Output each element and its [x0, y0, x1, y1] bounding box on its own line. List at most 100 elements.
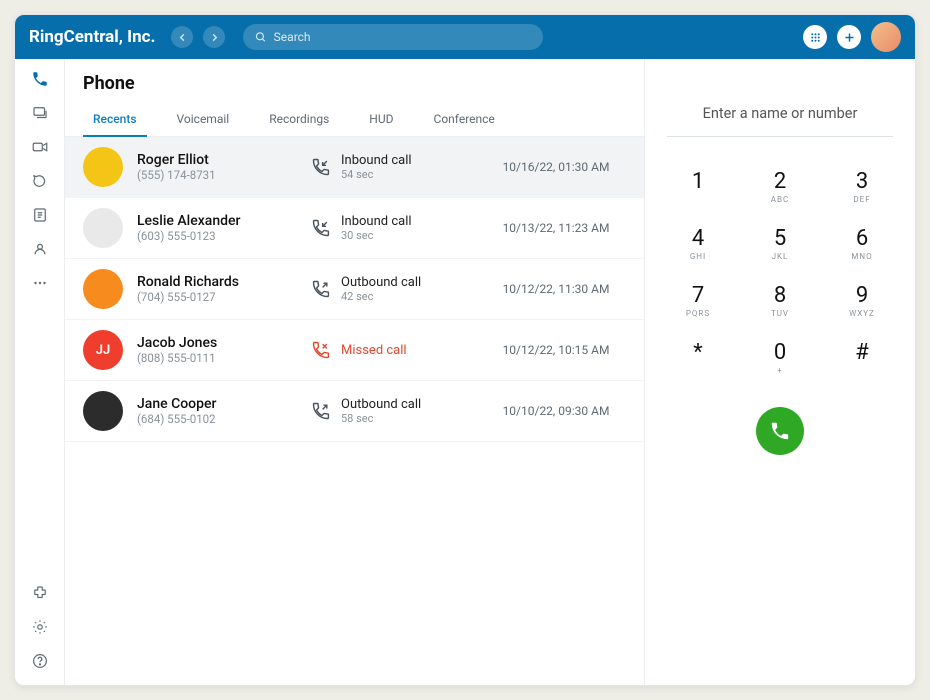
- nav-more[interactable]: [30, 273, 50, 293]
- contact-name: Ronald Richards: [137, 274, 297, 290]
- call-row[interactable]: Leslie Alexander(603) 555-0123 Inbound ca…: [65, 198, 644, 259]
- call-type: Inbound call: [341, 214, 412, 229]
- more-icon: [31, 274, 49, 292]
- nav-settings[interactable]: [30, 617, 50, 637]
- contact-name: Jane Cooper: [137, 396, 297, 412]
- key-number: 4: [667, 226, 729, 251]
- top-bar: RingCentral, Inc.: [15, 15, 915, 59]
- key-letters: [667, 195, 729, 204]
- new-button[interactable]: [837, 25, 861, 49]
- nav-video[interactable]: [30, 137, 50, 157]
- contact-avatar: [83, 269, 123, 309]
- nav-apps[interactable]: [30, 583, 50, 603]
- dialpad-button[interactable]: [803, 25, 827, 49]
- key-letters: +: [749, 366, 811, 375]
- nav-contacts[interactable]: [30, 239, 50, 259]
- call-type: Inbound call: [341, 153, 412, 168]
- tabs: RecentsVoicemailRecordingsHUDConference: [65, 104, 644, 137]
- call-info: Outbound call42 sec: [311, 275, 472, 303]
- call-type: Missed call: [341, 343, 407, 358]
- contact-phone: (808) 555-0111: [137, 351, 297, 365]
- key-7[interactable]: 7PQRS: [667, 277, 729, 324]
- call-row[interactable]: Ronald Richards(704) 555-0127 Outbound ca…: [65, 259, 644, 320]
- key-3[interactable]: 3DEF: [831, 163, 893, 210]
- help-icon: [31, 652, 49, 670]
- video-icon: [31, 138, 49, 156]
- contact-name: Leslie Alexander: [137, 213, 297, 229]
- key-letters: TUV: [749, 309, 811, 318]
- contact-phone: (704) 555-0127: [137, 290, 297, 304]
- call-row[interactable]: Roger Elliot(555) 174-8731 Inbound call54…: [65, 137, 644, 198]
- keypad: 12ABC3DEF4GHI5JKL6MNO7PQRS8TUV9WXYZ*0+#: [667, 163, 893, 381]
- call-duration: 54 sec: [341, 168, 412, 181]
- key-2[interactable]: 2ABC: [749, 163, 811, 210]
- key-*[interactable]: *: [667, 334, 729, 381]
- search-icon: [255, 31, 266, 43]
- key-9[interactable]: 9WXYZ: [831, 277, 893, 324]
- notes-icon: [31, 206, 49, 224]
- key-letters: ABC: [749, 195, 811, 204]
- key-5[interactable]: 5JKL: [749, 220, 811, 267]
- key-number: 7: [667, 283, 729, 308]
- tab-recents[interactable]: Recents: [73, 104, 157, 136]
- contact-phone: (555) 174-8731: [137, 168, 297, 182]
- key-letters: [831, 366, 893, 375]
- nav-notes[interactable]: [30, 205, 50, 225]
- key-letters: DEF: [831, 195, 893, 204]
- dialpad-icon: [809, 31, 822, 44]
- nav-chat[interactable]: [30, 171, 50, 191]
- key-4[interactable]: 4GHI: [667, 220, 729, 267]
- tab-conference[interactable]: Conference: [414, 104, 515, 136]
- key-1[interactable]: 1: [667, 163, 729, 210]
- key-number: *: [667, 340, 729, 365]
- chat-icon: [31, 172, 49, 190]
- nav-help[interactable]: [30, 651, 50, 671]
- nav-rail: [15, 59, 65, 685]
- call-button[interactable]: [756, 407, 804, 455]
- body: Phone RecentsVoicemailRecordingsHUDConfe…: [15, 59, 915, 685]
- call-info: Inbound call54 sec: [311, 153, 472, 181]
- dial-input[interactable]: [667, 87, 893, 137]
- call-direction-icon: [311, 218, 331, 238]
- tab-voicemail[interactable]: Voicemail: [157, 104, 250, 136]
- contact-avatar: [83, 391, 123, 431]
- tab-hud[interactable]: HUD: [349, 104, 413, 136]
- nav-messages[interactable]: [30, 103, 50, 123]
- person-icon: [31, 240, 49, 258]
- user-avatar[interactable]: [871, 22, 901, 52]
- key-letters: WXYZ: [831, 309, 893, 318]
- search-input[interactable]: [274, 30, 532, 44]
- key-number: 6: [831, 226, 893, 251]
- call-row[interactable]: Jane Cooper(684) 555-0102Outbound call58…: [65, 381, 644, 442]
- call-direction-icon: [311, 279, 331, 299]
- call-row[interactable]: JJJacob Jones(808) 555-0111Missed call10…: [65, 320, 644, 381]
- nav-back-button[interactable]: [171, 26, 193, 48]
- contact-info: Roger Elliot(555) 174-8731: [137, 152, 297, 182]
- call-time: 10/10/22, 09:30 AM: [486, 404, 626, 418]
- call-duration: 30 sec: [341, 229, 412, 242]
- key-0[interactable]: 0+: [749, 334, 811, 381]
- key-#[interactable]: #: [831, 334, 893, 381]
- call-direction-icon: [311, 401, 331, 421]
- brand-title: RingCentral, Inc.: [29, 27, 155, 47]
- contact-avatar: [83, 147, 123, 187]
- nav-forward-button[interactable]: [203, 26, 225, 48]
- call-time: 10/12/22, 11:30 AM: [486, 282, 626, 296]
- key-letters: [667, 366, 729, 375]
- tab-recordings[interactable]: Recordings: [249, 104, 349, 136]
- puzzle-icon: [31, 584, 49, 602]
- search-field[interactable]: [243, 24, 543, 50]
- key-number: 2: [749, 169, 811, 194]
- contact-info: Leslie Alexander(603) 555-0123: [137, 213, 297, 243]
- key-number: 5: [749, 226, 811, 251]
- call-direction-icon: [311, 157, 331, 177]
- messages-icon: [31, 104, 49, 122]
- main: Phone RecentsVoicemailRecordingsHUDConfe…: [65, 59, 915, 685]
- key-8[interactable]: 8TUV: [749, 277, 811, 324]
- key-letters: PQRS: [667, 309, 729, 318]
- nav-phone[interactable]: [30, 69, 50, 89]
- call-info: Inbound call30 sec: [311, 214, 472, 242]
- key-number: 8: [749, 283, 811, 308]
- contact-name: Jacob Jones: [137, 335, 297, 351]
- key-6[interactable]: 6MNO: [831, 220, 893, 267]
